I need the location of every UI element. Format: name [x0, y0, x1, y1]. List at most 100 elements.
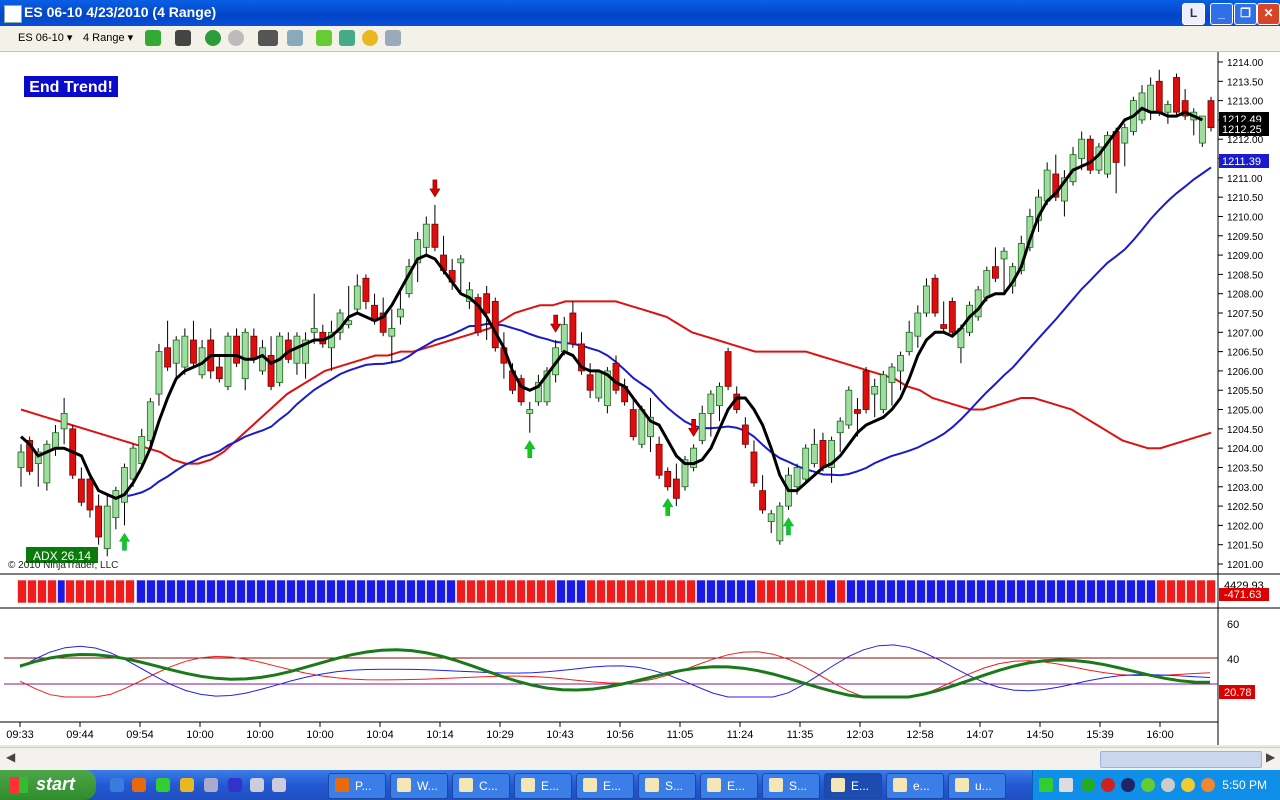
trend-bar-up [1096, 579, 1106, 604]
tray-icon-orange[interactable] [1201, 778, 1215, 792]
candle-up [310, 328, 318, 333]
data-box-icon[interactable] [287, 30, 303, 46]
candle-up [1138, 92, 1146, 121]
bar-style-icon[interactable] [145, 30, 161, 46]
trend-bar-up [1066, 579, 1076, 604]
strategies-icon[interactable] [339, 30, 355, 46]
properties-icon[interactable] [385, 30, 401, 46]
time-tick-label: 14:07 [966, 729, 994, 741]
task-e1[interactable]: E... [514, 773, 572, 799]
scroll-left-icon[interactable]: ◀ [6, 750, 15, 764]
trend-bar-up [216, 579, 226, 604]
time-tick-label: 16:00 [1146, 729, 1174, 741]
tray-icon-yellow[interactable] [1181, 778, 1195, 792]
trend-bar-down [836, 579, 846, 604]
trend-bar-up [1126, 579, 1136, 604]
scroll-right-icon[interactable]: ▶ [1266, 750, 1275, 764]
trend-bar-up [316, 579, 326, 604]
trend-bar-up [396, 579, 406, 604]
candle-down [724, 351, 732, 387]
trend-bar-up [356, 579, 366, 604]
task-w[interactable]: W... [390, 773, 448, 799]
chart-canvas[interactable]: 1201.00 1201.50 1202.00 1202.50 1203.00 1203.… [0, 52, 1280, 745]
link-button[interactable]: L [1182, 3, 1205, 25]
price-tick-label: 1202.00 [1227, 521, 1264, 532]
trend-bar-up [416, 579, 426, 604]
trend-bar-up [986, 579, 996, 604]
candle-down [431, 223, 439, 248]
task-e-active[interactable]: E... [824, 773, 882, 799]
candle-down [672, 478, 680, 499]
time-tick-label: 12:03 [846, 729, 874, 741]
candle-down [750, 451, 758, 484]
price-tick-label: 1210.50 [1227, 193, 1264, 204]
start-button[interactable]: start [0, 770, 96, 800]
explorer-icon[interactable] [180, 778, 194, 792]
toolbar: ES 06-10 ▾ 4 Range ▾ [0, 26, 1280, 52]
time-tick-label: 10:56 [606, 729, 634, 741]
candle-down [362, 277, 370, 302]
security-icon[interactable] [1081, 778, 1095, 792]
trend-bar-panel [17, 579, 1216, 604]
task-e3[interactable]: E... [700, 773, 758, 799]
orders-icon[interactable] [362, 30, 378, 46]
scroll-thumb[interactable] [1100, 751, 1262, 768]
trend-bar-up [426, 579, 436, 604]
instrument-selector[interactable]: ES 06-10 ▾ [18, 30, 72, 47]
trend-bar-down [65, 579, 75, 604]
task-c[interactable]: C... [452, 773, 510, 799]
candle-down [215, 366, 223, 380]
app-icon-7[interactable] [250, 778, 264, 792]
firefox-icon[interactable] [132, 778, 146, 792]
task-p[interactable]: P... [328, 773, 386, 799]
task-s1[interactable]: S... [638, 773, 696, 799]
task-e2[interactable]: E... [576, 773, 634, 799]
trend-bar-up [926, 579, 936, 604]
trend-bar-down [105, 579, 115, 604]
trend-bar-up [286, 579, 296, 604]
tray-icon-green[interactable] [1141, 778, 1155, 792]
ie-icon[interactable] [110, 778, 124, 792]
candle-up [983, 270, 991, 298]
drawing-tools-icon[interactable] [175, 30, 191, 46]
network-icon[interactable] [1039, 778, 1053, 792]
trend-bar-down [756, 579, 766, 604]
horizontal-scrollbar[interactable]: ◀ ▶ [0, 747, 1280, 770]
tray-icon-p[interactable] [1121, 778, 1135, 792]
candle-up [146, 401, 154, 441]
price-tick-label: 1204.50 [1227, 425, 1264, 436]
dmi-tick-60: 60 [1227, 619, 1239, 631]
trend-bar-up [1146, 579, 1156, 604]
period-selector[interactable]: 4 Range ▾ [83, 30, 133, 47]
chart-area[interactable]: 1201.00 1201.50 1202.00 1202.50 1203.00 1203.… [0, 52, 1280, 745]
restore-button[interactable]: ❐ [1234, 3, 1257, 25]
chrome-icon[interactable] [156, 778, 170, 792]
indicators-icon[interactable] [316, 30, 332, 46]
tray-icon-gray[interactable] [1161, 778, 1175, 792]
trend-bar-down [466, 579, 476, 604]
candle-up [879, 374, 887, 410]
minimize-button[interactable]: _ [1210, 3, 1233, 25]
task-e4[interactable]: e... [886, 773, 944, 799]
task-u[interactable]: u... [948, 773, 1006, 799]
trend-bar-up [726, 579, 736, 604]
candle-up [224, 335, 232, 387]
time-tick-label: 12:58 [906, 729, 934, 741]
time-tick-label: 11:35 [787, 729, 814, 741]
volume-icon[interactable] [1059, 778, 1073, 792]
trend-bar-up [276, 579, 286, 604]
trend-bar-up [186, 579, 196, 604]
task-s2[interactable]: S... [762, 773, 820, 799]
zoom-in-icon[interactable] [205, 30, 221, 46]
app-icon-8[interactable] [272, 778, 286, 792]
crosshair-icon[interactable] [258, 30, 278, 46]
trend-bar-up [716, 579, 726, 604]
zoom-out-icon[interactable] [228, 30, 244, 46]
app-icon-5[interactable] [204, 778, 218, 792]
clock: 5:50 PM [1222, 778, 1267, 792]
tray-icon-red[interactable] [1101, 778, 1115, 792]
close-button[interactable]: ✕ [1257, 3, 1280, 25]
app-icon-6[interactable] [228, 778, 242, 792]
candle-up [60, 412, 68, 430]
buy-arrow-icon [662, 498, 674, 516]
